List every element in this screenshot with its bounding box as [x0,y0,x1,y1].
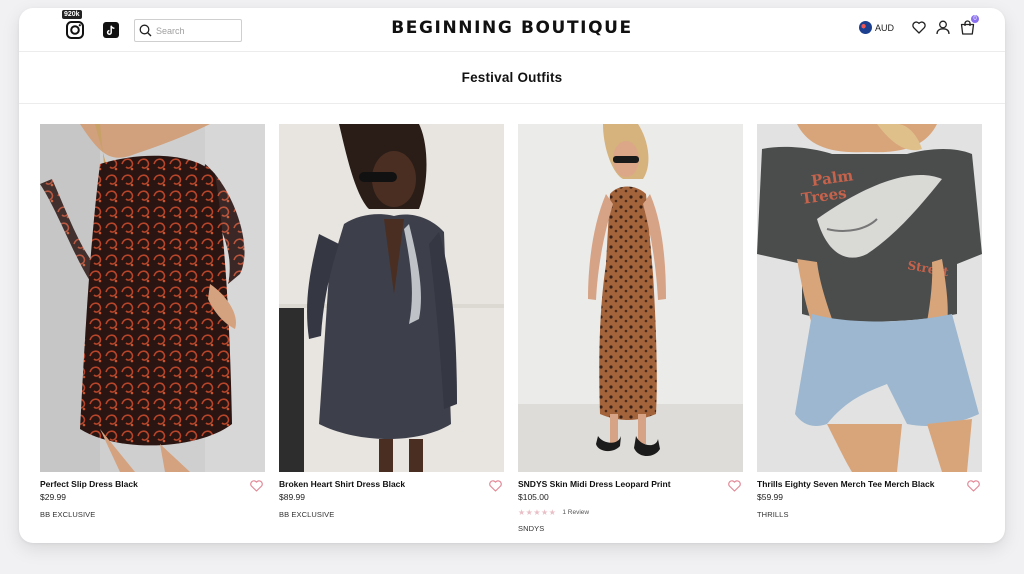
product-card[interactable]: SNDYS Skin Midi Dress Leopard Print $105… [518,124,743,533]
product-brand: BB EXCLUSIVE [40,510,96,519]
product-name[interactable]: SNDYS Skin Midi Dress Leopard Print [518,479,718,490]
product-price: $29.99 [40,492,66,502]
star-rating-icon: ★★★★★ [518,508,557,517]
product-price: $89.99 [279,492,305,502]
product-info: SNDYS Skin Midi Dress Leopard Print $105… [518,472,743,533]
product-brand: BB EXCLUSIVE [279,510,335,519]
heart-icon [912,21,926,34]
product-grid: Perfect Slip Dress Black $29.99 BB EXCLU… [40,124,982,533]
page-card: 920k BEGINNING BOUTIQUE [19,8,1005,543]
product-price: $105.00 [518,492,549,502]
product-info: Perfect Slip Dress Black $29.99 BB EXCLU… [40,472,265,519]
collection-title: Festival Outfits [461,70,563,85]
currency-label: AUD [874,22,894,33]
product-image[interactable] [279,124,504,472]
product-price: $59.99 [757,492,783,502]
heart-outline-icon [250,480,263,492]
review-count: 1 Review [562,509,590,516]
user-icon [936,20,950,35]
product-brand: THRILLS [757,510,789,519]
product-image[interactable] [40,124,265,472]
product-image[interactable] [518,124,743,472]
add-to-wishlist-button[interactable] [728,479,741,497]
heart-outline-icon [967,480,980,492]
currency-selector[interactable]: AUD [858,21,894,34]
site-logo[interactable]: BEGINNING BOUTIQUE [19,18,1005,38]
wishlist-button[interactable] [912,21,926,34]
product-info: Thrills Eighty Seven Merch Tee Merch Bla… [757,472,982,519]
heart-outline-icon [728,480,741,492]
account-button[interactable] [936,20,950,35]
australia-flag-icon [858,21,872,34]
collection-header: Festival Outfits [19,52,1005,104]
product-card[interactable]: Broken Heart Shirt Dress Black $89.99 BB… [279,124,504,533]
add-to-wishlist-button[interactable] [250,479,263,497]
add-to-wishlist-button[interactable] [489,479,502,497]
product-name[interactable]: Thrills Eighty Seven Merch Tee Merch Bla… [757,479,957,490]
product-brand: SNDYS [518,524,545,533]
header-actions: AUD 0 [858,15,979,35]
product-name[interactable]: Perfect Slip Dress Black [40,479,240,490]
add-to-wishlist-button[interactable] [967,479,980,497]
cart-button[interactable]: 0 [960,15,979,35]
product-rating[interactable]: ★★★★★ 1 Review [518,508,743,517]
heart-outline-icon [489,480,502,492]
product-name[interactable]: Broken Heart Shirt Dress Black [279,479,479,490]
site-header: 920k BEGINNING BOUTIQUE [19,8,1005,52]
product-card[interactable]: Perfect Slip Dress Black $29.99 BB EXCLU… [40,124,265,533]
cart-count-badge: 0 [971,15,979,23]
product-card[interactable]: Palm Trees Street Thrills Eighty Seven M… [757,124,982,533]
product-info: Broken Heart Shirt Dress Black $89.99 BB… [279,472,504,519]
product-image[interactable]: Palm Trees Street [757,124,982,472]
